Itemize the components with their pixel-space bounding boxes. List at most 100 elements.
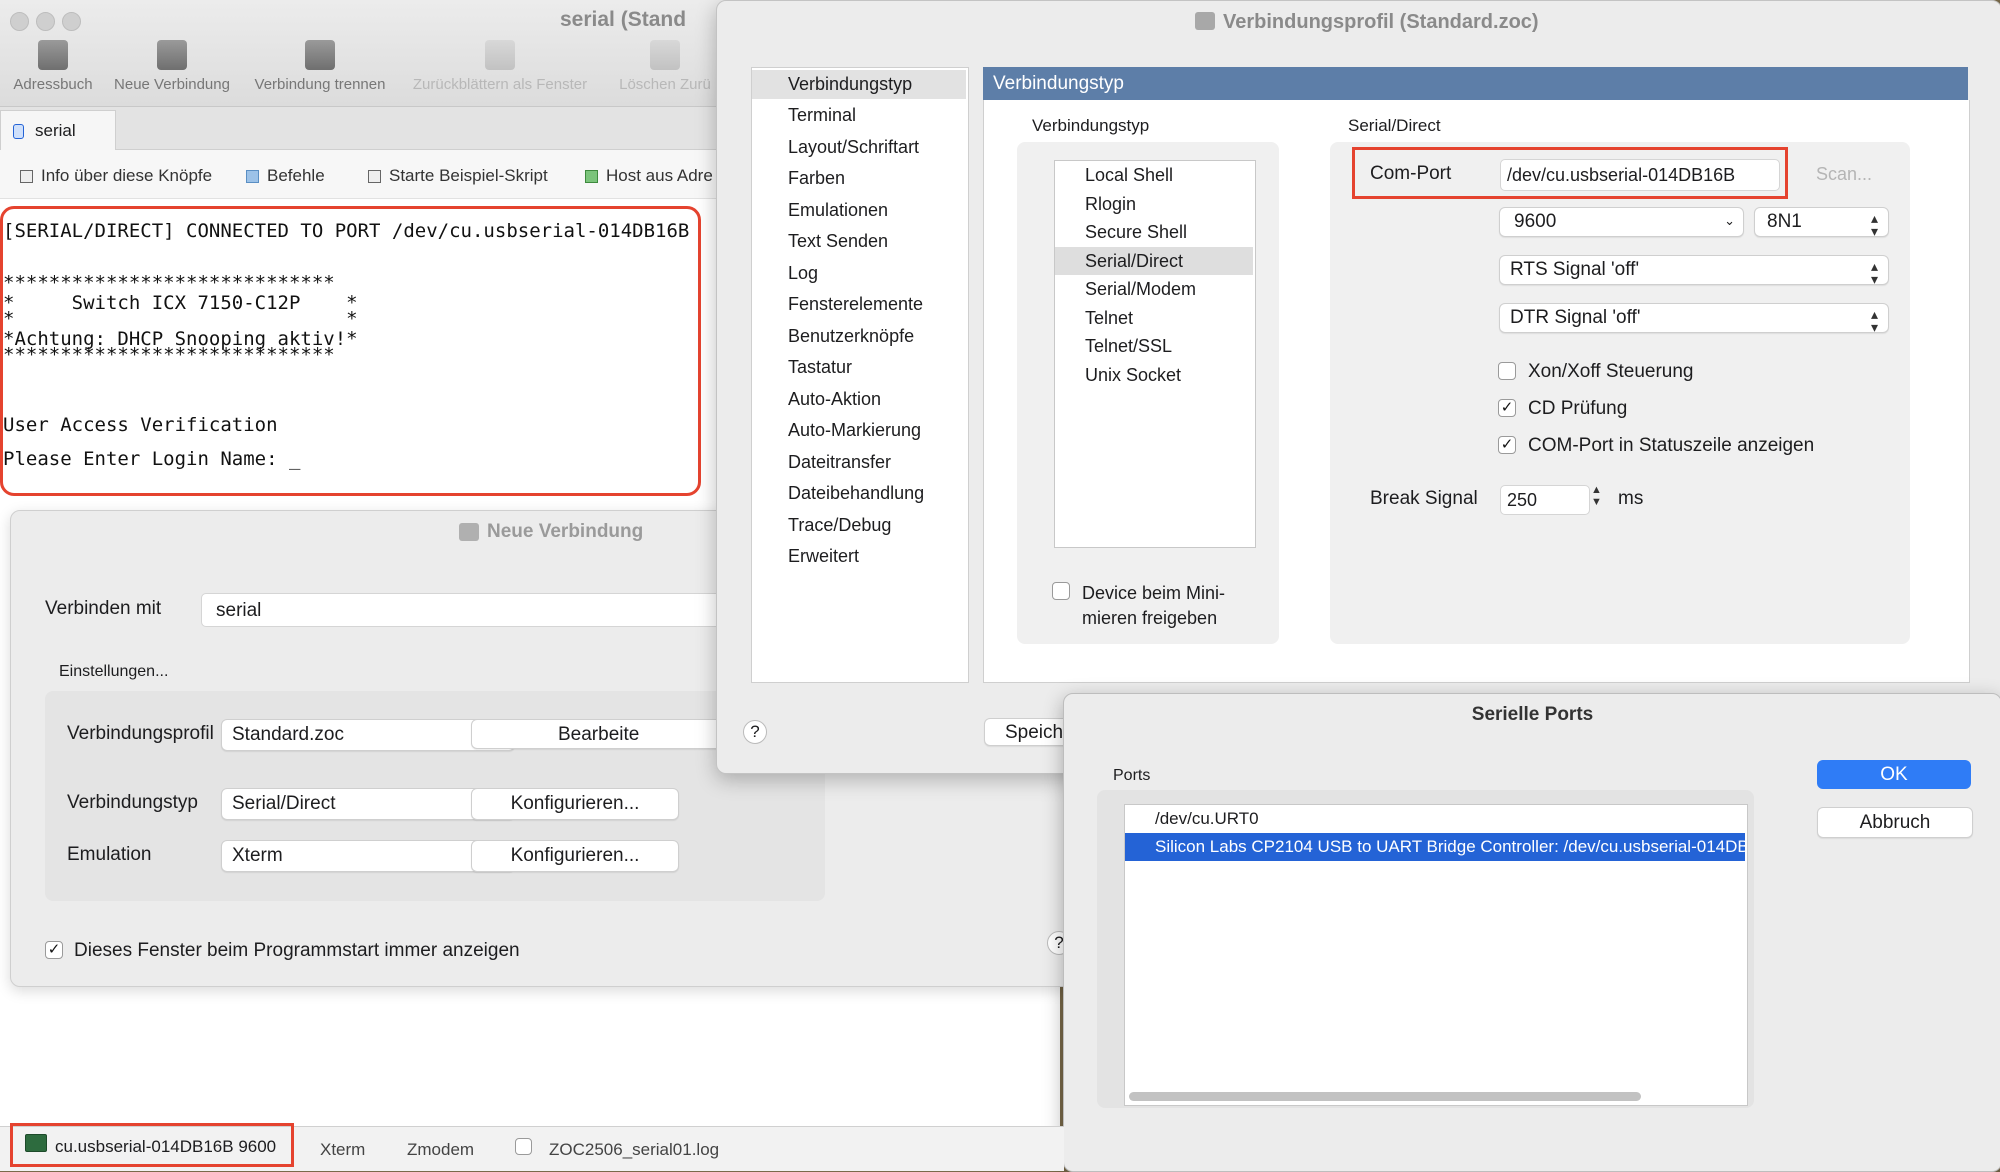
break-signal-input[interactable]: 250: [1500, 485, 1590, 515]
cd-check-checkbox[interactable]: ✓: [1498, 399, 1516, 417]
sample-script-button[interactable]: Starte Beispiel-Skript: [368, 166, 548, 186]
host-from-addressbook-button[interactable]: Host aus Adre: [585, 166, 713, 186]
new-connection-icon: [157, 40, 187, 70]
minimize-window-button[interactable]: [36, 12, 55, 31]
stepper-arrows-icon[interactable]: ▲ ▼: [1591, 484, 1602, 508]
horizontal-scrollbar[interactable]: [1129, 1092, 1641, 1101]
sidebar-item-benutzerknoepfe[interactable]: Benutzerknöpfe: [752, 322, 966, 351]
dtr-signal-select[interactable]: DTR Signal 'off' ▴ ▾: [1499, 303, 1889, 335]
sidebar-item-erweitert[interactable]: Erweitert: [752, 542, 966, 571]
type-item-serial-modem[interactable]: Serial/Modem: [1055, 275, 1253, 303]
com-port-label: Com-Port: [1370, 163, 1452, 184]
toolbar-disconnect-button[interactable]: Verbindung trennen: [245, 40, 395, 93]
ports-list[interactable]: /dev/cu.URT0 Silicon Labs CP2104 USB to …: [1124, 804, 1748, 1106]
terminal-line: User Access Verification: [3, 414, 278, 436]
sidebar-item-farben[interactable]: Farben: [752, 164, 966, 193]
port-item-usbserial[interactable]: Silicon Labs CP2104 USB to UART Bridge C…: [1125, 833, 1745, 861]
type-item-local-shell[interactable]: Local Shell: [1055, 161, 1253, 189]
terminal-line: *****************************: [3, 344, 335, 366]
ports-label: Ports: [1113, 767, 1151, 784]
sidebar-item-trace-debug[interactable]: Trace/Debug: [752, 511, 966, 540]
terminal-line: * *: [3, 308, 358, 330]
info-icon: [20, 170, 33, 184]
profile-window-icon: [1195, 12, 1215, 30]
script-icon: [368, 170, 381, 184]
sidebar-item-log[interactable]: Log: [752, 259, 966, 288]
baud-rate-select[interactable]: 9600 ⌄: [1499, 207, 1744, 237]
frame-format-select[interactable]: 8N1 ▴ ▾: [1754, 207, 1889, 239]
ok-button[interactable]: OK: [1817, 760, 1971, 789]
profile-window-title: Verbindungsprofil (Standard.zoc): [1223, 11, 1539, 33]
status-emulation[interactable]: Xterm: [320, 1140, 365, 1160]
emulation-label: Emulation: [67, 844, 152, 865]
status-port[interactable]: cu.usbserial-014DB16B 9600: [10, 1123, 294, 1167]
type-item-serial-direct[interactable]: Serial/Direct: [1055, 247, 1253, 275]
release-device-checkbox[interactable]: [1052, 582, 1070, 600]
sidebar-item-dateitransfer[interactable]: Dateitransfer: [752, 448, 966, 477]
toolbar-new-connection-button[interactable]: Neue Verbindung: [97, 40, 247, 93]
save-button[interactable]: Speich: [984, 718, 1074, 746]
host-icon: [585, 170, 598, 184]
break-signal-unit: ms: [1618, 488, 1644, 509]
sidebar-item-layout[interactable]: Layout/Schriftart: [752, 133, 966, 162]
type-item-rlogin[interactable]: Rlogin: [1055, 190, 1253, 218]
sidebar-item-terminal[interactable]: Terminal: [752, 101, 966, 130]
ports-group: /dev/cu.URT0 Silicon Labs CP2104 USB to …: [1097, 790, 1754, 1108]
configure-connection-button[interactable]: Konfigurieren...: [471, 788, 679, 820]
zoom-window-button[interactable]: [62, 12, 81, 31]
terminal-line: *****************************: [3, 272, 335, 294]
sidebar-item-tastatur[interactable]: Tastatur: [752, 353, 966, 382]
serial-group-label: Serial/Direct: [1348, 116, 1441, 135]
terminal-output[interactable]: [SERIAL/DIRECT] CONNECTED TO PORT /dev/c…: [0, 206, 701, 496]
comport-status-checkbox[interactable]: ✓: [1498, 436, 1516, 454]
info-buttons-button[interactable]: Info über diese Knöpfe: [20, 166, 212, 186]
sidebar-item-auto-aktion[interactable]: Auto-Aktion: [752, 385, 966, 414]
settings-panel: Verbindungstyp Local Shell Rlogin Secure…: [983, 100, 1970, 683]
dialog-icon: [459, 523, 479, 541]
cancel-button[interactable]: Abbruch: [1817, 807, 1973, 838]
sidebar-item-auto-markierung[interactable]: Auto-Markierung: [752, 416, 966, 445]
sidebar-item-fensterelemente[interactable]: Fensterelemente: [752, 290, 966, 319]
terminal-line: Please Enter Login Name: _: [3, 448, 301, 470]
scan-button[interactable]: Scan...: [1804, 159, 1884, 189]
sidebar-item-text-senden[interactable]: Text Senden: [752, 227, 966, 256]
break-signal-label: Break Signal: [1370, 488, 1478, 509]
xon-xoff-label: Xon/Xoff Steuerung: [1528, 361, 1694, 382]
status-transfer[interactable]: Zmodem: [407, 1140, 474, 1160]
chevron-down-icon: ⌄: [1724, 213, 1735, 228]
release-device-label: Device beim Mini- mieren freigeben: [1082, 583, 1226, 628]
port-item-urt0[interactable]: /dev/cu.URT0: [1125, 805, 1745, 833]
terminal-line: [SERIAL/DIRECT] CONNECTED TO PORT /dev/c…: [3, 220, 701, 242]
commands-button[interactable]: Befehle: [246, 166, 325, 186]
configure-emulation-button[interactable]: Konfigurieren...: [471, 840, 679, 872]
sidebar-item-emulationen[interactable]: Emulationen: [752, 196, 966, 225]
type-item-unix-socket[interactable]: Unix Socket: [1055, 361, 1253, 389]
updown-chevron-icon: ▴▾: [1870, 306, 1878, 335]
disconnect-icon: [305, 40, 335, 70]
updown-chevron-icon: ▴▾: [1870, 258, 1878, 287]
sidebar-item-dateibehandlung[interactable]: Dateibehandlung: [752, 479, 966, 508]
window-title: serial (Stand: [560, 8, 687, 31]
status-log[interactable]: ZOC2506_serial01.log: [549, 1140, 719, 1160]
close-window-button[interactable]: [10, 12, 29, 31]
type-item-telnet-ssl[interactable]: Telnet/SSL: [1055, 332, 1253, 360]
section-header: Verbindungstyp: [983, 67, 1968, 100]
com-port-input[interactable]: /dev/cu.usbserial-014DB16B: [1500, 159, 1780, 191]
connection-type-list[interactable]: Local Shell Rlogin Secure Shell Serial/D…: [1054, 160, 1256, 548]
profile-window: Verbindungsprofil (Standard.zoc) Verbind…: [716, 0, 2000, 774]
log-checkbox[interactable]: [515, 1138, 532, 1155]
connection-type-label: Verbindungstyp: [67, 792, 198, 813]
toolbar-scrollback-window-button[interactable]: Zurückblättern als Fenster: [400, 40, 600, 93]
serial-ports-dialog: Serielle Ports Ports /dev/cu.URT0 Silico…: [1063, 693, 2000, 1172]
updown-chevron-icon: ▴▾: [1870, 210, 1878, 239]
profile-sidebar: Verbindungstyp Terminal Layout/Schriftar…: [751, 67, 969, 683]
startup-checkbox[interactable]: ✓: [45, 941, 63, 959]
type-item-telnet[interactable]: Telnet: [1055, 304, 1253, 332]
toolbar-clear-scrollback-button[interactable]: Löschen Zurü: [605, 40, 725, 93]
tab-serial[interactable]: serial: [0, 110, 116, 151]
xon-xoff-checkbox[interactable]: [1498, 362, 1516, 380]
help-button[interactable]: ?: [743, 720, 767, 744]
sidebar-item-verbindungstyp[interactable]: Verbindungstyp: [752, 70, 966, 99]
rts-signal-select[interactable]: RTS Signal 'off' ▴ ▾: [1499, 255, 1889, 287]
type-item-secure-shell[interactable]: Secure Shell: [1055, 218, 1253, 246]
